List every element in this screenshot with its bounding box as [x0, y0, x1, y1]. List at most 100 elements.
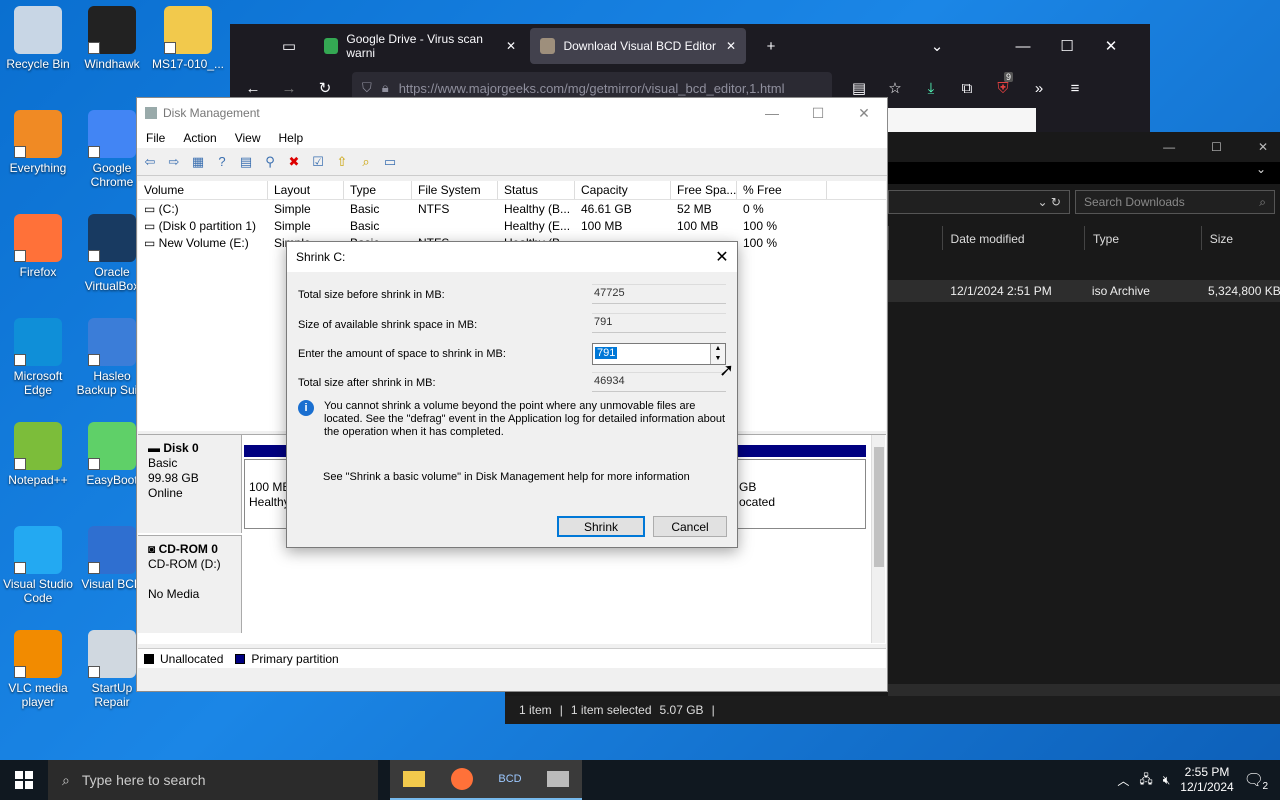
new-tab-icon[interactable]: +: [762, 38, 780, 55]
delete-icon[interactable]: ✖: [285, 154, 303, 170]
desktop-icon-label: Visual Studio Code: [3, 577, 73, 605]
overflow-menu-icon[interactable]: »: [1030, 80, 1048, 97]
hamburger-menu-icon[interactable]: ≡: [1066, 80, 1084, 97]
desktop-icon[interactable]: Recycle Bin: [0, 6, 76, 71]
col-volume[interactable]: Volume: [138, 181, 268, 199]
shield-icon[interactable]: ⛉: [362, 80, 372, 96]
taskbar-file-explorer[interactable]: [390, 760, 438, 800]
ublock-icon[interactable]: ⛨ 9: [994, 71, 1014, 97]
cancel-button[interactable]: Cancel: [653, 516, 727, 537]
list-all-tabs-icon[interactable]: ⌄: [928, 37, 946, 55]
shortcut-arrow-icon: [88, 250, 100, 262]
minimize-icon[interactable]: —: [1014, 38, 1032, 55]
forward-icon[interactable]: →: [280, 80, 298, 97]
desktop-icon[interactable]: Visual Studio Code: [0, 526, 76, 605]
desktop-icon[interactable]: MS17-010_...: [150, 6, 226, 71]
minimize-icon[interactable]: —: [749, 98, 795, 128]
shrink-amount-input[interactable]: 791 ▲ ▼: [592, 343, 726, 365]
search-folder-icon[interactable]: ⌕: [357, 154, 375, 170]
properties-icon[interactable]: ▤: [237, 154, 255, 170]
menu-action[interactable]: Action: [183, 131, 216, 145]
volume-row[interactable]: ▭ (C:) Simple Basic NTFS Healthy (B... 46.61 …: [138, 200, 886, 217]
show-hide-pane-icon[interactable]: ▦: [189, 154, 207, 170]
show-hidden-icons-icon[interactable]: ︿: [1117, 772, 1129, 789]
horizontal-scrollbar[interactable]: [888, 684, 1280, 696]
url-text[interactable]: https://www.majorgeeks.com/mg/getmirror/…: [399, 81, 785, 96]
shortcut-arrow-icon: [88, 458, 100, 470]
clock[interactable]: 2:55 PM 12/1/2024: [1180, 765, 1233, 795]
network-icon[interactable]: 🖧︎: [1139, 770, 1152, 791]
spin-up-icon[interactable]: ▲: [711, 344, 725, 354]
col-type[interactable]: Type: [1084, 226, 1201, 250]
shrink-amount-value[interactable]: 791: [595, 347, 618, 359]
taskbar-firefox[interactable]: [438, 760, 486, 800]
col-layout[interactable]: Layout: [268, 181, 344, 199]
disk0-partition-e[interactable]: GB ocated: [734, 459, 866, 529]
close-icon[interactable]: ✕: [707, 242, 737, 272]
col-status[interactable]: Status: [498, 181, 575, 199]
shrink-button[interactable]: Shrink: [557, 516, 645, 537]
col-type[interactable]: Type: [344, 181, 412, 199]
back-icon[interactable]: ←: [244, 80, 262, 97]
forward-icon[interactable]: ⇨: [165, 154, 183, 170]
close-icon[interactable]: ✕: [1258, 140, 1268, 154]
col-file-system[interactable]: File System: [412, 181, 498, 199]
maximize-icon[interactable]: ☐: [1211, 140, 1222, 154]
reader-view-icon[interactable]: ▤: [850, 79, 868, 97]
back-icon[interactable]: ⇦: [141, 154, 159, 170]
desktop-icon[interactable]: Everything: [0, 110, 76, 175]
lock-icon[interactable]: 🔒︎: [382, 80, 389, 96]
desktop-icon[interactable]: Notepad++: [0, 422, 76, 487]
volume-row[interactable]: ▭ (Disk 0 partition 1) Simple Basic Healthy…: [138, 217, 886, 234]
close-window-icon[interactable]: ✕: [1102, 37, 1120, 55]
taskbar-disk-management[interactable]: [534, 760, 582, 800]
volume-cell-capacity: 46.61 GB: [581, 202, 632, 216]
desktop-icon[interactable]: VLC media player: [0, 630, 76, 709]
desktop-icon[interactable]: Firefox: [0, 214, 76, 279]
cdrom-label[interactable]: ◙ CD-ROM 0 CD-ROM (D:) No Media: [138, 535, 242, 633]
bookmark-star-icon[interactable]: ☆: [886, 79, 904, 97]
status-bar: 1 item | 1 item selected 5.07 GB |: [505, 696, 1280, 724]
volume-muted-icon[interactable]: 🔇︎: [1163, 773, 1171, 788]
tab-google-drive[interactable]: Google Drive - Virus scan warni ✕: [314, 28, 526, 64]
start-button[interactable]: [0, 760, 48, 800]
search-downloads-input[interactable]: Search Downloads ⌕: [1075, 190, 1275, 214]
col-date-modified[interactable]: Date modified: [941, 226, 1084, 250]
notifications-icon[interactable]: 🗨︎ 2: [1244, 770, 1268, 792]
maximize-icon[interactable]: ☐: [795, 98, 841, 128]
menu-file[interactable]: File: [146, 131, 165, 145]
shortcut-arrow-icon: [14, 458, 26, 470]
close-icon[interactable]: ✕: [726, 39, 736, 53]
help-icon[interactable]: ?: [213, 154, 231, 170]
menu-view[interactable]: View: [235, 131, 261, 145]
desktop-icon[interactable]: Microsoft Edge: [0, 318, 76, 397]
vertical-scrollbar[interactable]: [871, 435, 885, 643]
check-icon[interactable]: ☑: [309, 154, 327, 170]
taskbar-search[interactable]: ⌕ Type here to search: [48, 760, 378, 800]
reload-icon[interactable]: ↻: [316, 79, 334, 97]
maximize-icon[interactable]: ☐: [1058, 37, 1076, 55]
col-size[interactable]: Size: [1200, 226, 1280, 250]
col-capacity[interactable]: Capacity: [575, 181, 671, 199]
tab-overview-icon[interactable]: ▭: [280, 37, 298, 55]
col-free-space[interactable]: Free Spa...: [671, 181, 737, 199]
menu-help[interactable]: Help: [279, 131, 304, 145]
disk0-label[interactable]: ▬ Disk 0 Basic 99.98 GB Online: [138, 435, 242, 533]
close-icon[interactable]: ✕: [841, 98, 887, 128]
path-bar[interactable]: ⌄ ↻: [888, 190, 1070, 214]
downloads-icon[interactable]: ⤓: [922, 80, 940, 97]
volume-cell-pct: 100 %: [743, 236, 778, 250]
desktop-icon[interactable]: Windhawk: [74, 6, 150, 71]
minimize-icon[interactable]: —: [1163, 140, 1175, 154]
connect-icon[interactable]: ⚲: [261, 154, 279, 170]
disk0-partition1[interactable]: 100 MB Healthy: [244, 459, 292, 529]
file-row[interactable]: 12/1/2024 2:51 PM iso Archive 5,324,800 …: [888, 280, 1280, 302]
expand-ribbon-icon[interactable]: ⌄: [888, 162, 1280, 184]
console-icon[interactable]: ▭: [381, 154, 399, 170]
extensions-icon[interactable]: ⧉: [958, 80, 976, 97]
open-folder-icon[interactable]: ⇧: [333, 154, 351, 170]
tab-majorgeeks[interactable]: Download Visual BCD Editor 0.9 ✕: [530, 28, 746, 64]
taskbar-visual-bcd[interactable]: BCD: [486, 760, 534, 800]
close-icon[interactable]: ✕: [506, 39, 516, 53]
col-percent-free[interactable]: % Free: [737, 181, 827, 199]
